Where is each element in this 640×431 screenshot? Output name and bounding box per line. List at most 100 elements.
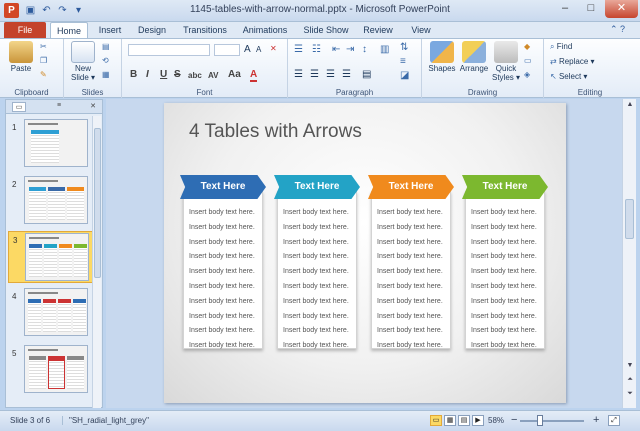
new-slide-button[interactable]: New Slide ▾ bbox=[68, 41, 98, 82]
table-cell: Insert body text here. bbox=[283, 253, 349, 261]
shape-fill-icon[interactable]: ◆ bbox=[524, 42, 530, 51]
shadow-button[interactable]: abc bbox=[188, 71, 202, 80]
format-painter-icon[interactable]: ✎ bbox=[40, 70, 47, 79]
align-center-icon[interactable]: ☰ bbox=[310, 69, 319, 80]
zoom-out-icon[interactable]: − bbox=[511, 414, 517, 426]
slide-sorter-icon[interactable]: ▦ bbox=[444, 415, 456, 426]
arrange-button[interactable]: Arrange bbox=[458, 41, 490, 73]
shrink-font-icon[interactable]: A bbox=[256, 45, 261, 54]
find-icon: ⌕ bbox=[550, 42, 557, 51]
line-spacing-icon[interactable]: ↕ bbox=[362, 44, 367, 55]
tab-design[interactable]: Design bbox=[132, 22, 172, 38]
reading-view-icon[interactable]: ▤ bbox=[458, 415, 470, 426]
arrow-header-2[interactable]: Text Here bbox=[274, 175, 360, 199]
paste-button[interactable]: Paste bbox=[6, 41, 36, 73]
slide-thumbnail-1[interactable]: 1 bbox=[8, 119, 96, 171]
tab-file[interactable]: File bbox=[4, 22, 46, 38]
align-text-icon[interactable]: ≡ bbox=[400, 56, 406, 67]
section-icon[interactable]: ▦ bbox=[102, 70, 110, 79]
tab-home[interactable]: Home bbox=[50, 22, 88, 38]
increase-indent-icon[interactable]: ⇥ bbox=[346, 44, 354, 55]
grow-font-icon[interactable]: A bbox=[244, 44, 251, 55]
slide-thumbnail-4[interactable]: 4 bbox=[8, 288, 96, 340]
previous-slide-icon[interactable]: ⏶ bbox=[624, 375, 636, 385]
find-button[interactable]: ⌕ Find bbox=[550, 42, 572, 52]
table-column-1[interactable]: Insert body text here. Insert body text … bbox=[183, 191, 263, 349]
zoom-slider[interactable] bbox=[520, 420, 584, 422]
table-column-4[interactable]: Insert body text here. Insert body text … bbox=[465, 191, 545, 349]
font-family-combo[interactable] bbox=[128, 44, 210, 56]
underline-button[interactable]: U bbox=[160, 69, 167, 80]
bold-button[interactable]: B bbox=[130, 69, 137, 80]
scroll-down-icon[interactable]: ▼ bbox=[624, 361, 636, 371]
scroll-thumb[interactable] bbox=[625, 199, 634, 239]
table-cell: Insert body text here. bbox=[377, 342, 443, 350]
distribute-icon[interactable]: ▤ bbox=[362, 69, 371, 80]
tab-slide-show[interactable]: Slide Show bbox=[300, 22, 352, 38]
tab-transitions[interactable]: Transitions bbox=[178, 22, 232, 38]
font-color-button[interactable]: A bbox=[250, 69, 258, 82]
shapes-button[interactable]: Shapes bbox=[426, 41, 458, 73]
change-case-button[interactable]: Aa bbox=[228, 69, 241, 80]
font-size-combo[interactable] bbox=[214, 44, 240, 56]
quick-styles-button[interactable]: Quick Styles ▾ bbox=[490, 41, 522, 82]
columns-icon[interactable]: ▥ bbox=[380, 44, 389, 55]
zoom-in-icon[interactable]: + bbox=[593, 414, 599, 426]
table-column-2[interactable]: Insert body text here. Insert body text … bbox=[277, 191, 357, 349]
minimize-button[interactable]: – bbox=[552, 0, 578, 18]
text-direction-icon[interactable]: ⇅ bbox=[400, 42, 408, 53]
outline-tab-icon[interactable]: ≡ bbox=[52, 102, 66, 112]
tab-review[interactable]: Review bbox=[358, 22, 398, 38]
slideshow-view-icon[interactable]: ▶ bbox=[472, 415, 484, 426]
close-button[interactable]: ✕ bbox=[605, 0, 638, 18]
strikethrough-button[interactable]: S bbox=[174, 69, 181, 80]
slide-thumbnail-3[interactable]: 3 bbox=[8, 231, 96, 283]
group-label: Editing bbox=[577, 88, 603, 97]
shape-effects-icon[interactable]: ◈ bbox=[524, 70, 530, 79]
arrow-header-1[interactable]: Text Here bbox=[180, 175, 266, 199]
reset-icon[interactable]: ⟲ bbox=[102, 56, 109, 65]
arrow-header-4[interactable]: Text Here bbox=[462, 175, 548, 199]
char-spacing-button[interactable]: AV bbox=[208, 71, 219, 80]
cut-icon[interactable]: ✂ bbox=[40, 42, 47, 51]
table-cell: Insert body text here. bbox=[377, 312, 443, 320]
clear-formatting-icon[interactable]: ✕ bbox=[270, 44, 277, 53]
powerpoint-window: P ▣ ↶ ↷ ▾ 1145-tables-with-arrow-normal.… bbox=[0, 0, 640, 431]
align-left-icon[interactable]: ☰ bbox=[294, 69, 303, 80]
close-pane-icon[interactable]: ✕ bbox=[86, 102, 100, 112]
slides-tab-icon[interactable]: ▭ bbox=[12, 102, 26, 112]
copy-icon[interactable]: ❐ bbox=[40, 56, 47, 65]
shape-outline-icon[interactable]: ▭ bbox=[524, 56, 532, 65]
pane-scroll-thumb[interactable] bbox=[94, 128, 101, 278]
slide-canvas[interactable]: 4 Tables with Arrows Insert body text he… bbox=[164, 103, 566, 403]
decrease-indent-icon[interactable]: ⇤ bbox=[332, 44, 340, 55]
numbering-icon[interactable]: ☷ bbox=[312, 44, 321, 55]
fit-to-window-icon[interactable]: ⤢ bbox=[608, 415, 620, 426]
slide-scrollbar[interactable]: ▲ ▼ ⏶ ⏷ bbox=[622, 99, 636, 408]
layout-icon[interactable]: ▤ bbox=[102, 42, 110, 51]
next-slide-icon[interactable]: ⏷ bbox=[624, 389, 636, 399]
zoom-slider-handle[interactable] bbox=[537, 415, 543, 426]
normal-view-icon[interactable]: ▭ bbox=[430, 415, 442, 426]
help-icon[interactable]: ⌃ ? bbox=[610, 24, 625, 35]
slide-title[interactable]: 4 Tables with Arrows bbox=[189, 121, 362, 143]
zoom-level[interactable]: 58% bbox=[488, 416, 504, 425]
maximize-button[interactable]: □ bbox=[578, 0, 604, 18]
smartart-icon[interactable]: ◪ bbox=[400, 70, 409, 81]
tab-view[interactable]: View bbox=[404, 22, 438, 38]
table-cell: Insert body text here. bbox=[189, 209, 255, 216]
table-column-3[interactable]: Insert body text here. Insert body text … bbox=[371, 191, 451, 349]
scroll-up-icon[interactable]: ▲ bbox=[624, 100, 636, 110]
tab-insert[interactable]: Insert bbox=[92, 22, 128, 38]
arrow-header-3[interactable]: Text Here bbox=[368, 175, 454, 199]
pane-scrollbar[interactable] bbox=[92, 116, 101, 408]
justify-icon[interactable]: ☰ bbox=[342, 69, 351, 80]
slide-thumbnail-5[interactable]: 5 bbox=[8, 345, 96, 397]
italic-button[interactable]: I bbox=[146, 69, 149, 80]
replace-button[interactable]: ⇄ Replace ▾ bbox=[550, 57, 595, 66]
bullets-icon[interactable]: ☰ bbox=[294, 44, 303, 55]
select-button[interactable]: ↖ Select ▾ bbox=[550, 72, 587, 81]
slide-thumbnail-2[interactable]: 2 bbox=[8, 176, 96, 228]
align-right-icon[interactable]: ☰ bbox=[326, 69, 335, 80]
tab-animations[interactable]: Animations bbox=[238, 22, 292, 38]
